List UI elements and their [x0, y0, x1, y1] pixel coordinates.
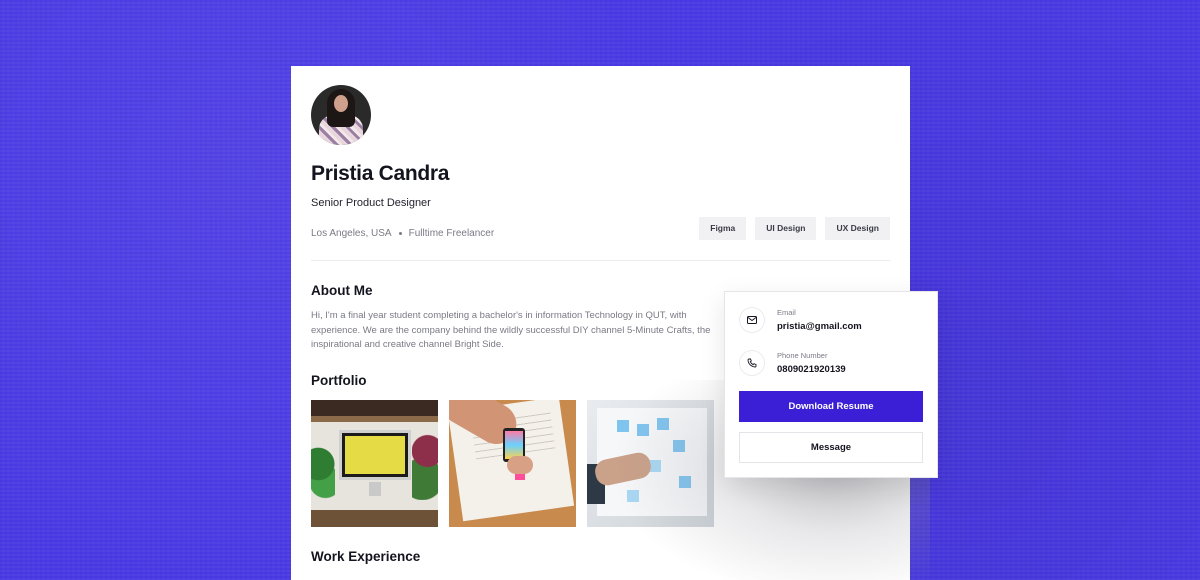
email-row: Email pristia@gmail.com: [739, 307, 862, 333]
about-text: Hi, I'm a final year student completing …: [311, 310, 711, 350]
email-label: Email: [777, 308, 796, 317]
mail-icon: [739, 307, 765, 333]
about-heading: About Me: [311, 283, 373, 298]
skill-tag[interactable]: Figma: [699, 217, 747, 240]
profile-meta: Los Angeles, USA Fulltime Freelancer: [311, 228, 494, 239]
separator-dot: [398, 232, 402, 235]
divider: [311, 260, 890, 261]
skill-tag[interactable]: UI Design: [755, 217, 817, 240]
phone-icon: [739, 350, 765, 376]
avatar: [311, 85, 371, 145]
phone-label: Phone Number: [777, 351, 828, 360]
portfolio-image-workspace[interactable]: [311, 400, 438, 527]
email-value[interactable]: pristia@gmail.com: [777, 321, 862, 332]
phone-row: Phone Number 0809021920139: [739, 350, 846, 376]
location-text: Los Angeles, USA: [311, 228, 392, 239]
skill-tag[interactable]: UX Design: [825, 217, 890, 240]
profile-name: Pristia Candra: [311, 162, 450, 185]
phone-value[interactable]: 0809021920139: [777, 364, 846, 375]
contact-card: Email pristia@gmail.com Phone Number 080…: [724, 291, 938, 478]
profile-role: Senior Product Designer: [311, 197, 431, 209]
work-experience-heading: Work Experience: [311, 549, 421, 564]
download-resume-button[interactable]: Download Resume: [739, 391, 923, 422]
skill-tags: Figma UI Design UX Design: [699, 217, 890, 240]
portfolio-image-sketching[interactable]: [449, 400, 576, 527]
employment-text: Fulltime Freelancer: [408, 228, 495, 239]
message-button[interactable]: Message: [739, 432, 923, 463]
portfolio-heading: Portfolio: [311, 373, 367, 388]
